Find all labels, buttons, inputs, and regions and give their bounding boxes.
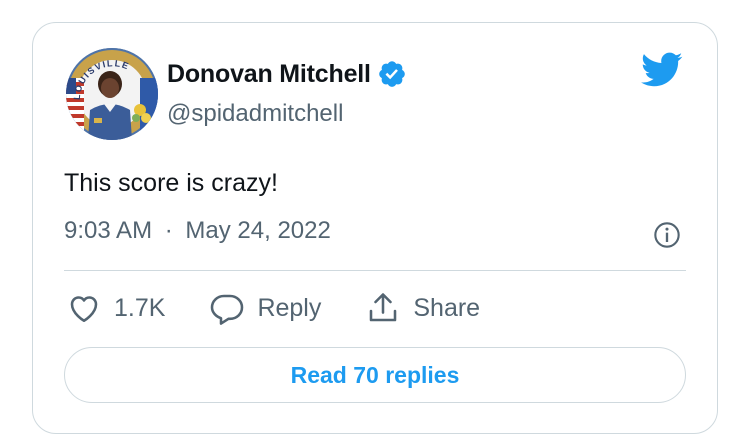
divider (64, 270, 686, 271)
tweet-date[interactable]: May 24, 2022 (185, 217, 330, 244)
tweet-card[interactable]: LOUISVILLE Donovan Mitchell @spidadmitch… (32, 22, 718, 434)
twitter-bird-icon[interactable] (641, 52, 683, 88)
speech-bubble-icon (211, 294, 244, 325)
avatar[interactable]: LOUISVILLE (66, 48, 158, 140)
share-button[interactable]: Share (365, 290, 480, 326)
read-replies-button[interactable]: Read 70 replies (64, 347, 686, 403)
author-name-row[interactable]: Donovan Mitchell (167, 59, 407, 89)
tweet-text: This score is crazy! (64, 169, 278, 197)
reply-button[interactable]: Reply (209, 290, 321, 326)
timestamp-separator: · (164, 217, 173, 244)
like-count: 1.7K (114, 293, 166, 322)
action-bar: 1.7K Reply Share (66, 286, 524, 330)
author-display-name[interactable]: Donovan Mitchell (167, 60, 371, 89)
share-upload-icon (370, 293, 397, 322)
author-handle[interactable]: @spidadmitchell (167, 100, 343, 128)
like-button[interactable]: 1.7K (66, 290, 165, 326)
read-replies-label: Read 70 replies (290, 361, 460, 388)
share-label: Share (413, 293, 481, 322)
tweet-time[interactable]: 9:03 AM (64, 217, 152, 244)
info-icon[interactable] (653, 221, 681, 249)
tweet-timestamp[interactable]: 9:03 AM · May 24, 2022 (64, 217, 331, 245)
verified-badge-icon (378, 61, 405, 87)
heart-icon (70, 296, 98, 323)
avatar-image: LOUISVILLE (66, 48, 158, 140)
reply-label: Reply (257, 293, 322, 322)
